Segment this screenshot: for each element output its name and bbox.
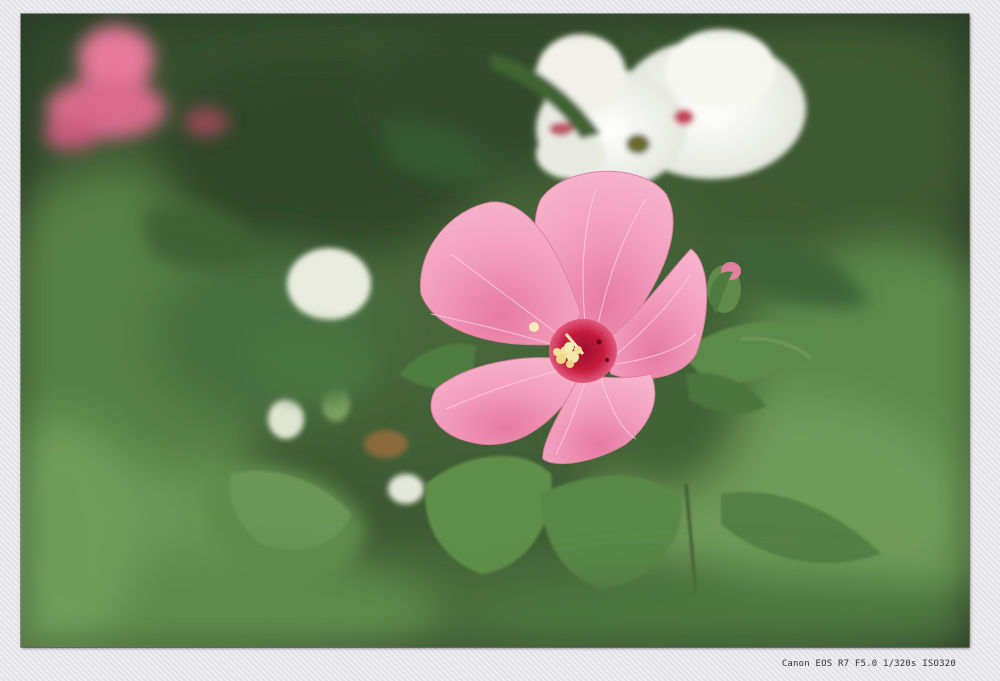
- photo-frame: Canon EOS R7 F5.0 1/320s ISO320: [0, 0, 1000, 681]
- flower-photo: [21, 14, 969, 647]
- exif-caption: Canon EOS R7 F5.0 1/320s ISO320: [781, 659, 956, 669]
- photo-canvas: [21, 14, 969, 647]
